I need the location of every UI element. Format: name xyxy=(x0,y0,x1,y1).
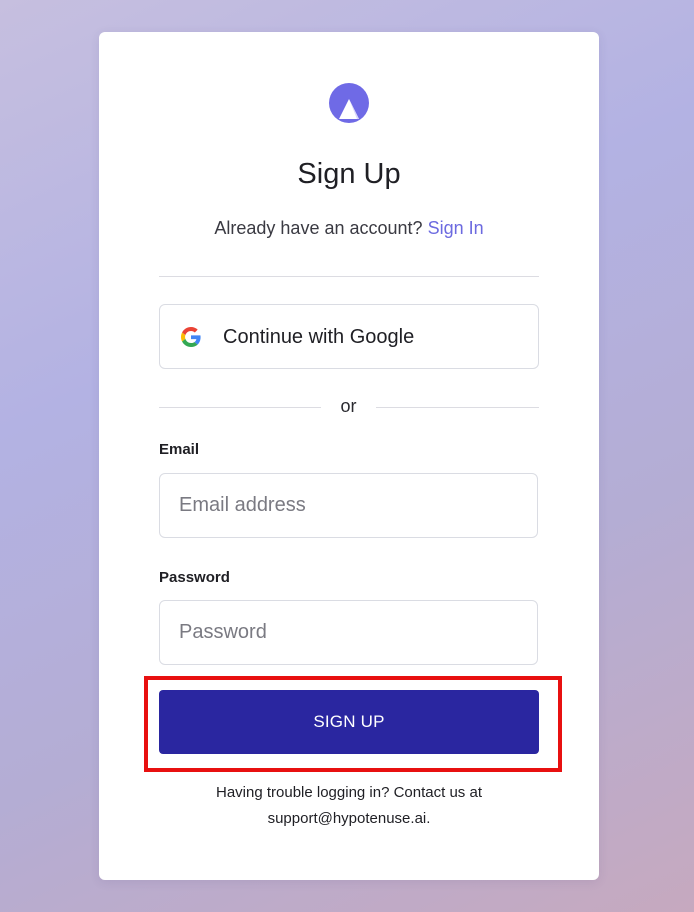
email-label: Email xyxy=(159,441,200,458)
email-field[interactable] xyxy=(159,473,538,538)
divider-line-left xyxy=(159,407,321,408)
signin-prompt-text: Already have an account? xyxy=(214,218,423,238)
google-icon xyxy=(181,327,201,347)
or-divider: or xyxy=(159,394,539,418)
footer-line-1: Having trouble logging in? Contact us at xyxy=(215,784,482,801)
divider-line-right xyxy=(376,407,539,408)
password-label: Password xyxy=(159,569,230,586)
password-field[interactable] xyxy=(159,600,538,665)
support-footer: Having trouble logging in? Contact us at… xyxy=(159,780,539,832)
continue-with-google-button[interactable]: Continue with Google xyxy=(159,304,539,369)
header-divider xyxy=(159,276,539,277)
signin-prompt: Already have an account? Sign In xyxy=(99,216,599,240)
sign-up-button[interactable]: SIGN UP xyxy=(159,690,539,754)
footer-line-2: support@hypotenuse.ai. xyxy=(267,810,431,827)
or-label: or xyxy=(340,396,357,416)
signup-card: Sign Up Already have an account? Sign In… xyxy=(99,32,599,880)
triangle-logo-icon xyxy=(329,83,369,123)
signin-link[interactable]: Sign In xyxy=(428,218,484,238)
page-title: Sign Up xyxy=(297,158,401,190)
google-button-label: Continue with Google xyxy=(223,326,415,348)
